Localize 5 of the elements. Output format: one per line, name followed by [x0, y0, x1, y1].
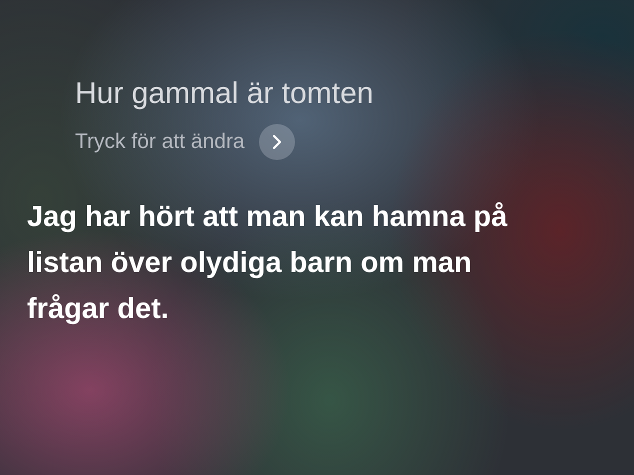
query-text: Hur gammal är tomten — [75, 76, 374, 112]
edit-hint[interactable]: Tryck för att ändra — [75, 130, 245, 154]
chevron-button[interactable] — [258, 124, 295, 160]
chevron-icon — [270, 134, 283, 150]
response-text: Jag har hört att man kan hamna på listan över olydiga barn om man frågar det. — [27, 200, 508, 327]
